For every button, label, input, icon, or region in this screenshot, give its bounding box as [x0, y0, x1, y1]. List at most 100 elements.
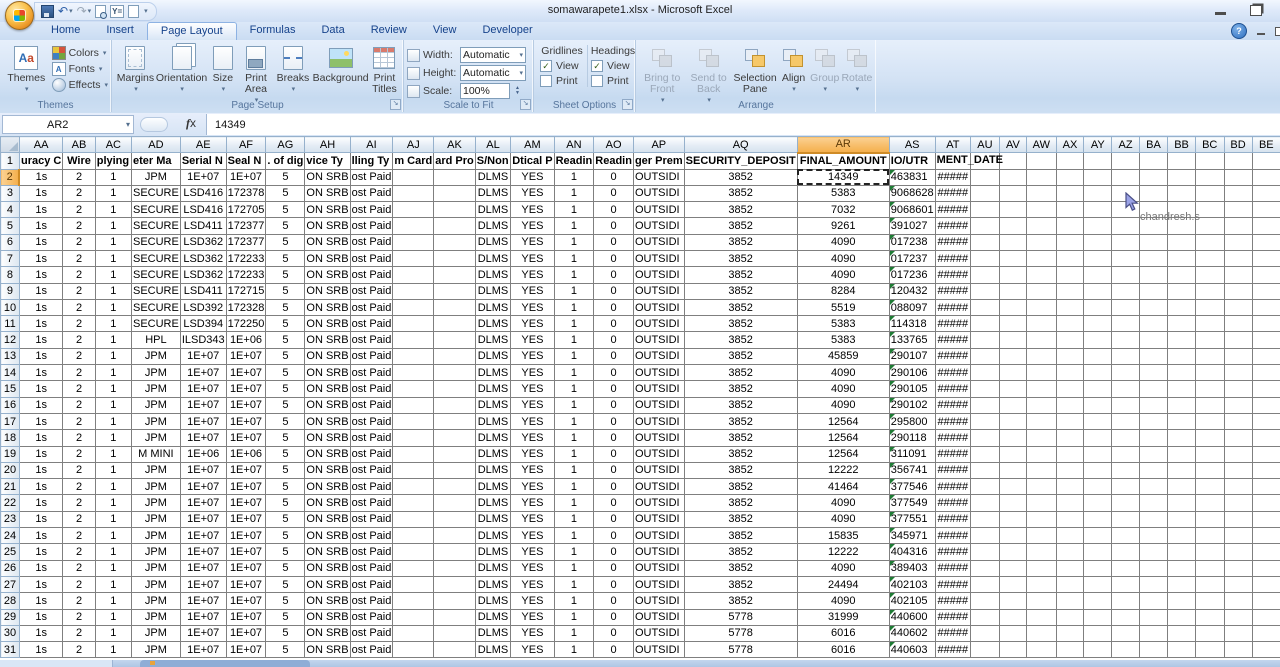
- cell-AO-7[interactable]: 0: [594, 250, 634, 266]
- cell-AW-20[interactable]: [1027, 462, 1057, 478]
- cell-AL-24[interactable]: DLMS: [475, 528, 510, 544]
- cell-AV-7[interactable]: [999, 250, 1026, 266]
- cell-AD-21[interactable]: JPM: [131, 479, 180, 495]
- cell-BB-9[interactable]: [1168, 283, 1196, 299]
- cell-BA-11[interactable]: [1139, 316, 1167, 332]
- cell-AI-9[interactable]: ost Paid: [350, 283, 393, 299]
- cell-AV-10[interactable]: [999, 299, 1026, 315]
- cell-AI-6[interactable]: ost Paid: [350, 234, 393, 250]
- cell-AX-3[interactable]: [1056, 185, 1084, 201]
- cell-AC-10[interactable]: 1: [95, 299, 131, 315]
- cell-AV-27[interactable]: [999, 576, 1026, 592]
- cell-AO-22[interactable]: 0: [594, 495, 634, 511]
- cell-AD-22[interactable]: JPM: [131, 495, 180, 511]
- cell-AQ-22[interactable]: 3852: [684, 495, 797, 511]
- column-header-AI[interactable]: AI: [350, 137, 393, 153]
- cell-AG-29[interactable]: 5: [266, 609, 305, 625]
- cell-AK-22[interactable]: [434, 495, 476, 511]
- margins-button[interactable]: Margins▾: [115, 43, 156, 95]
- cell-AR-2[interactable]: 14349: [797, 169, 889, 185]
- cell-AO-26[interactable]: 0: [594, 560, 634, 576]
- print-area-button[interactable]: Print Area▾: [238, 43, 273, 106]
- cell-AS-30[interactable]: 440602: [889, 625, 935, 641]
- column-header-AG[interactable]: AG: [266, 137, 305, 153]
- cell-AS-8[interactable]: 017236: [889, 267, 935, 283]
- cell-AA-30[interactable]: 1s: [19, 625, 62, 641]
- cell-AF-8[interactable]: 172233: [226, 267, 266, 283]
- row-header-5[interactable]: 5: [1, 218, 20, 234]
- cell-AU-6[interactable]: [971, 234, 1000, 250]
- cell-AW-26[interactable]: [1027, 560, 1057, 576]
- column-header-AA[interactable]: AA: [19, 137, 62, 153]
- cell-AQ-10[interactable]: 3852: [684, 299, 797, 315]
- cell-AE-19[interactable]: 1E+06: [180, 446, 226, 462]
- cell-BC-7[interactable]: [1195, 250, 1224, 266]
- cell-AY-7[interactable]: [1084, 250, 1112, 266]
- cell-AD-6[interactable]: SECURE: [131, 234, 180, 250]
- cell-AS-4[interactable]: 9068601: [889, 202, 935, 218]
- cell-AL-31[interactable]: DLMS: [475, 642, 510, 658]
- cell-AZ-18[interactable]: [1112, 430, 1140, 446]
- cell-AH-20[interactable]: ON SRB: [305, 462, 350, 478]
- cell-AX-2[interactable]: [1056, 169, 1084, 185]
- cell-AE-17[interactable]: 1E+07: [180, 413, 226, 429]
- cell-AN-5[interactable]: 1: [554, 218, 594, 234]
- themes-button[interactable]: Aa Themes▾: [3, 43, 50, 95]
- cell-AD-5[interactable]: SECURE: [131, 218, 180, 234]
- cell-AU-5[interactable]: [971, 218, 1000, 234]
- cell-BC-30[interactable]: [1195, 625, 1224, 641]
- cell-BD-12[interactable]: [1224, 332, 1252, 348]
- cell-BA-22[interactable]: [1139, 495, 1167, 511]
- cell-AW-30[interactable]: [1027, 625, 1057, 641]
- cell-AN-15[interactable]: 1: [554, 381, 594, 397]
- cell-AD-11[interactable]: SECURE: [131, 316, 180, 332]
- cell-AF-2[interactable]: 1E+07: [226, 169, 266, 185]
- cell-AP-12[interactable]: OUTSIDI: [633, 332, 684, 348]
- cell-AF-18[interactable]: 1E+07: [226, 430, 266, 446]
- cell-AR-26[interactable]: 4090: [797, 560, 889, 576]
- cell-AT-24[interactable]: #####: [935, 528, 970, 544]
- column-header-AV[interactable]: AV: [999, 137, 1026, 153]
- cell-BB-7[interactable]: [1168, 250, 1196, 266]
- cell-AT-31[interactable]: #####: [935, 642, 970, 658]
- cell-AQ-5[interactable]: 3852: [684, 218, 797, 234]
- cell-AX-8[interactable]: [1056, 267, 1084, 283]
- cell-AZ-13[interactable]: [1112, 348, 1140, 364]
- cell-AT-22[interactable]: #####: [935, 495, 970, 511]
- cell-AT-4[interactable]: #####: [935, 202, 970, 218]
- cell-BE-12[interactable]: [1252, 332, 1280, 348]
- cell-AE-28[interactable]: 1E+07: [180, 593, 226, 609]
- cell-AY-17[interactable]: [1084, 413, 1112, 429]
- cell-AB-17[interactable]: 2: [63, 413, 95, 429]
- cell-AX-15[interactable]: [1056, 381, 1084, 397]
- height-select[interactable]: Automatic▾: [460, 65, 526, 81]
- cell-AQ-8[interactable]: 3852: [684, 267, 797, 283]
- cell-AU-16[interactable]: [971, 397, 1000, 413]
- cell-AJ-9[interactable]: [393, 283, 434, 299]
- cell-AT-8[interactable]: #####: [935, 267, 970, 283]
- cell-AC-11[interactable]: 1: [95, 316, 131, 332]
- cell-BE-22[interactable]: [1252, 495, 1280, 511]
- cell-AJ-4[interactable]: [393, 202, 434, 218]
- cell-BD-23[interactable]: [1224, 511, 1252, 527]
- column-header-AU[interactable]: AU: [971, 137, 1000, 153]
- cell-AU-2[interactable]: [971, 169, 1000, 185]
- cell-AC-27[interactable]: 1: [95, 576, 131, 592]
- orientation-button[interactable]: Orientation▾: [156, 43, 207, 95]
- cell-AA-19[interactable]: 1s: [19, 446, 62, 462]
- cell-AV-31[interactable]: [999, 642, 1026, 658]
- cell-AV-26[interactable]: [999, 560, 1026, 576]
- cell-BA-8[interactable]: [1139, 267, 1167, 283]
- cell-AE-18[interactable]: 1E+07: [180, 430, 226, 446]
- cell-AM-22[interactable]: YES: [511, 495, 554, 511]
- cell-AJ-29[interactable]: [393, 609, 434, 625]
- cell-AD-12[interactable]: HPL: [131, 332, 180, 348]
- cell-AK-6[interactable]: [434, 234, 476, 250]
- cell-AX-6[interactable]: [1056, 234, 1084, 250]
- cell-AU-30[interactable]: [971, 625, 1000, 641]
- cell-AL-8[interactable]: DLMS: [475, 267, 510, 283]
- cell-AR-8[interactable]: 4090: [797, 267, 889, 283]
- cell-AY-23[interactable]: [1084, 511, 1112, 527]
- cell-BE-23[interactable]: [1252, 511, 1280, 527]
- cell-BC-14[interactable]: [1195, 365, 1224, 381]
